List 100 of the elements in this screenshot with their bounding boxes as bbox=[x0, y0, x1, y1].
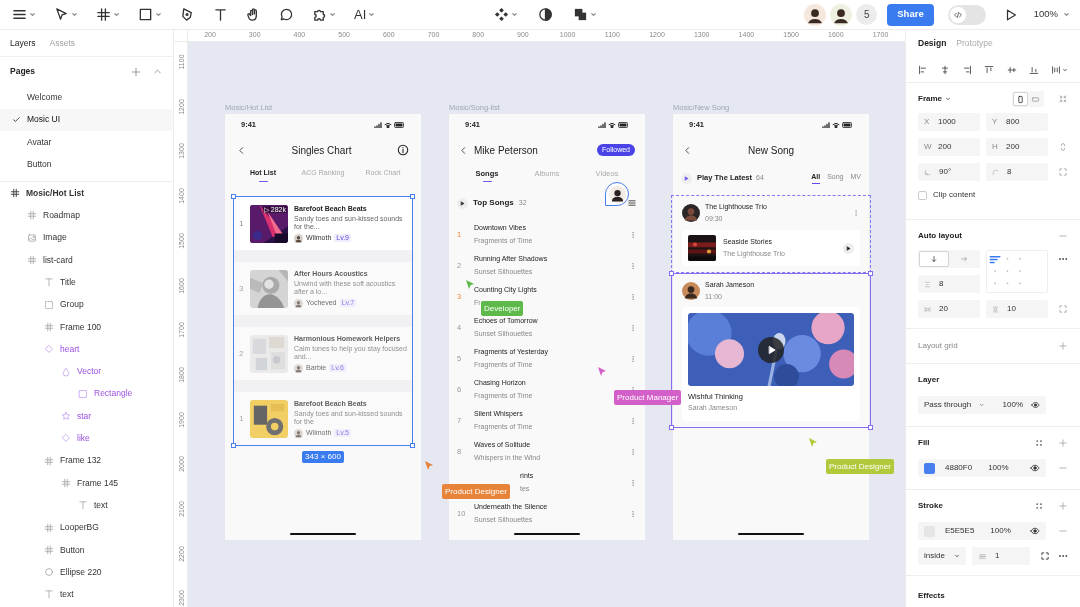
info-icon[interactable] bbox=[397, 144, 409, 156]
number-field[interactable]: X 1000 bbox=[918, 113, 980, 131]
back-icon[interactable] bbox=[683, 145, 692, 155]
layer-item[interactable]: Button bbox=[0, 538, 173, 562]
layer-item[interactable]: text bbox=[0, 583, 173, 606]
layer-item[interactable]: Ellipse 220 bbox=[0, 561, 173, 584]
layer-item[interactable]: like bbox=[0, 427, 173, 450]
layer-item[interactable]: Frame 132 bbox=[0, 449, 173, 472]
layer-item[interactable]: star bbox=[0, 404, 173, 428]
avatar-icon bbox=[294, 363, 303, 373]
drop-icon bbox=[61, 366, 71, 377]
resize-handle[interactable] bbox=[231, 443, 236, 448]
vertical-direction-button[interactable] bbox=[919, 251, 949, 267]
resize-handle[interactable] bbox=[410, 194, 415, 199]
number-field[interactable]: 8 bbox=[986, 163, 1048, 181]
resize-handle[interactable] bbox=[669, 271, 674, 276]
eye-icon[interactable] bbox=[1030, 463, 1040, 473]
resize-handle[interactable] bbox=[669, 424, 674, 430]
number-field[interactable]: Y 800 bbox=[986, 113, 1048, 131]
layer-item[interactable]: Group bbox=[0, 293, 173, 316]
shrink-icon[interactable] bbox=[1058, 94, 1068, 104]
back-icon[interactable] bbox=[459, 145, 468, 155]
number-field[interactable]: W 200 bbox=[918, 138, 980, 156]
color-field[interactable]: 4880F0 100% bbox=[918, 459, 1046, 477]
layer-item[interactable]: Frame 100 bbox=[0, 315, 173, 339]
stroke-position-dropdown[interactable]: inside bbox=[918, 547, 966, 565]
comment-pin[interactable] bbox=[605, 182, 629, 206]
layer-item[interactable]: heart bbox=[0, 338, 173, 361]
layer-item[interactable]: Vector bbox=[0, 360, 173, 383]
number-field[interactable]: H 200 bbox=[986, 138, 1048, 156]
page-item[interactable]: Avatar bbox=[0, 131, 173, 154]
layer-item[interactable]: Frame 145 bbox=[0, 471, 173, 495]
number-field[interactable]: 20 bbox=[918, 300, 980, 318]
collaborator-count[interactable]: 5 bbox=[856, 4, 878, 25]
resize-handle[interactable] bbox=[231, 194, 236, 199]
hash-icon bbox=[44, 321, 54, 332]
caret-icon bbox=[113, 11, 120, 18]
cursor-label: Developer bbox=[481, 301, 524, 316]
play-icon bbox=[846, 245, 851, 251]
corners-icon[interactable] bbox=[1040, 551, 1050, 561]
panel-tab[interactable]: Design bbox=[918, 37, 947, 50]
portrait-button[interactable] bbox=[1013, 92, 1028, 106]
overlapping-squares-icon bbox=[573, 7, 588, 22]
align-middle-icon[interactable] bbox=[1006, 64, 1017, 75]
eye-icon[interactable] bbox=[1031, 400, 1040, 410]
align-center-icon[interactable] bbox=[940, 64, 951, 75]
add-icon[interactable] bbox=[130, 65, 142, 78]
layer-item[interactable]: Title bbox=[0, 271, 173, 294]
resize-handle[interactable] bbox=[868, 271, 873, 276]
play-button[interactable] bbox=[843, 242, 854, 254]
eye-icon[interactable] bbox=[1030, 526, 1040, 536]
share-button[interactable]: Share bbox=[887, 3, 934, 26]
panel-tab[interactable]: Layers bbox=[10, 36, 36, 50]
resize-handle[interactable] bbox=[410, 443, 415, 448]
home-indicator bbox=[514, 532, 580, 535]
style-grid-icon[interactable] bbox=[1034, 501, 1044, 511]
layer-item[interactable]: Image bbox=[0, 226, 173, 249]
contrast-icon bbox=[538, 7, 553, 22]
menu-icon[interactable] bbox=[627, 198, 637, 208]
distribute-button[interactable] bbox=[1050, 64, 1068, 75]
page-item[interactable]: Welcome bbox=[0, 86, 173, 109]
star-icon bbox=[61, 411, 71, 422]
number-field[interactable]: 10 bbox=[986, 300, 1048, 318]
layer-item[interactable]: text bbox=[0, 494, 173, 517]
cursor-label: Product Designer bbox=[826, 459, 894, 474]
align-bottom-icon[interactable] bbox=[1028, 64, 1039, 75]
stroke-weight-icon bbox=[978, 551, 987, 561]
color-field[interactable]: E5E5E5 100% bbox=[918, 522, 1046, 540]
layer-item[interactable]: list-card bbox=[0, 248, 173, 272]
stroke-weight-field[interactable]: 1 bbox=[972, 547, 1030, 565]
style-grid-icon[interactable] bbox=[1034, 438, 1044, 448]
number-field[interactable]: 90° bbox=[918, 163, 980, 181]
layer-item[interactable]: Roadmap bbox=[0, 204, 173, 227]
page-item[interactable]: Mosic UI bbox=[0, 108, 173, 131]
layer-item[interactable]: LooperBG bbox=[0, 516, 173, 539]
layer-item[interactable]: Mosic/Hot List bbox=[0, 182, 173, 205]
layer-name: LooperBG bbox=[60, 521, 99, 534]
code-toggle[interactable] bbox=[947, 4, 986, 25]
number-field[interactable]: 8 bbox=[918, 275, 980, 293]
caret-icon bbox=[590, 11, 597, 18]
layer-item[interactable]: Rectangle bbox=[0, 382, 173, 405]
color-swatch[interactable] bbox=[924, 462, 935, 474]
diamond-icon bbox=[61, 433, 71, 444]
resize-handle[interactable] bbox=[868, 424, 873, 430]
checkbox[interactable] bbox=[918, 190, 927, 200]
align-left-icon[interactable] bbox=[918, 64, 928, 75]
wifi-icon bbox=[608, 122, 616, 128]
blend-mode-field[interactable]: Pass through 100% bbox=[918, 396, 1046, 414]
play-button[interactable] bbox=[457, 197, 468, 209]
page-item[interactable]: Button bbox=[0, 153, 173, 176]
zoom-dropdown[interactable]: 100% bbox=[1033, 7, 1070, 22]
cursor-icon bbox=[424, 460, 434, 471]
section-title: Pages bbox=[10, 65, 36, 78]
align-right-icon[interactable] bbox=[962, 64, 973, 75]
ai-button[interactable]: AI bbox=[354, 3, 376, 26]
arrow-right-icon bbox=[960, 255, 968, 263]
align-top-icon[interactable] bbox=[984, 64, 995, 75]
signal-icon bbox=[374, 122, 382, 128]
text-icon bbox=[213, 7, 228, 22]
back-icon[interactable] bbox=[237, 145, 246, 155]
